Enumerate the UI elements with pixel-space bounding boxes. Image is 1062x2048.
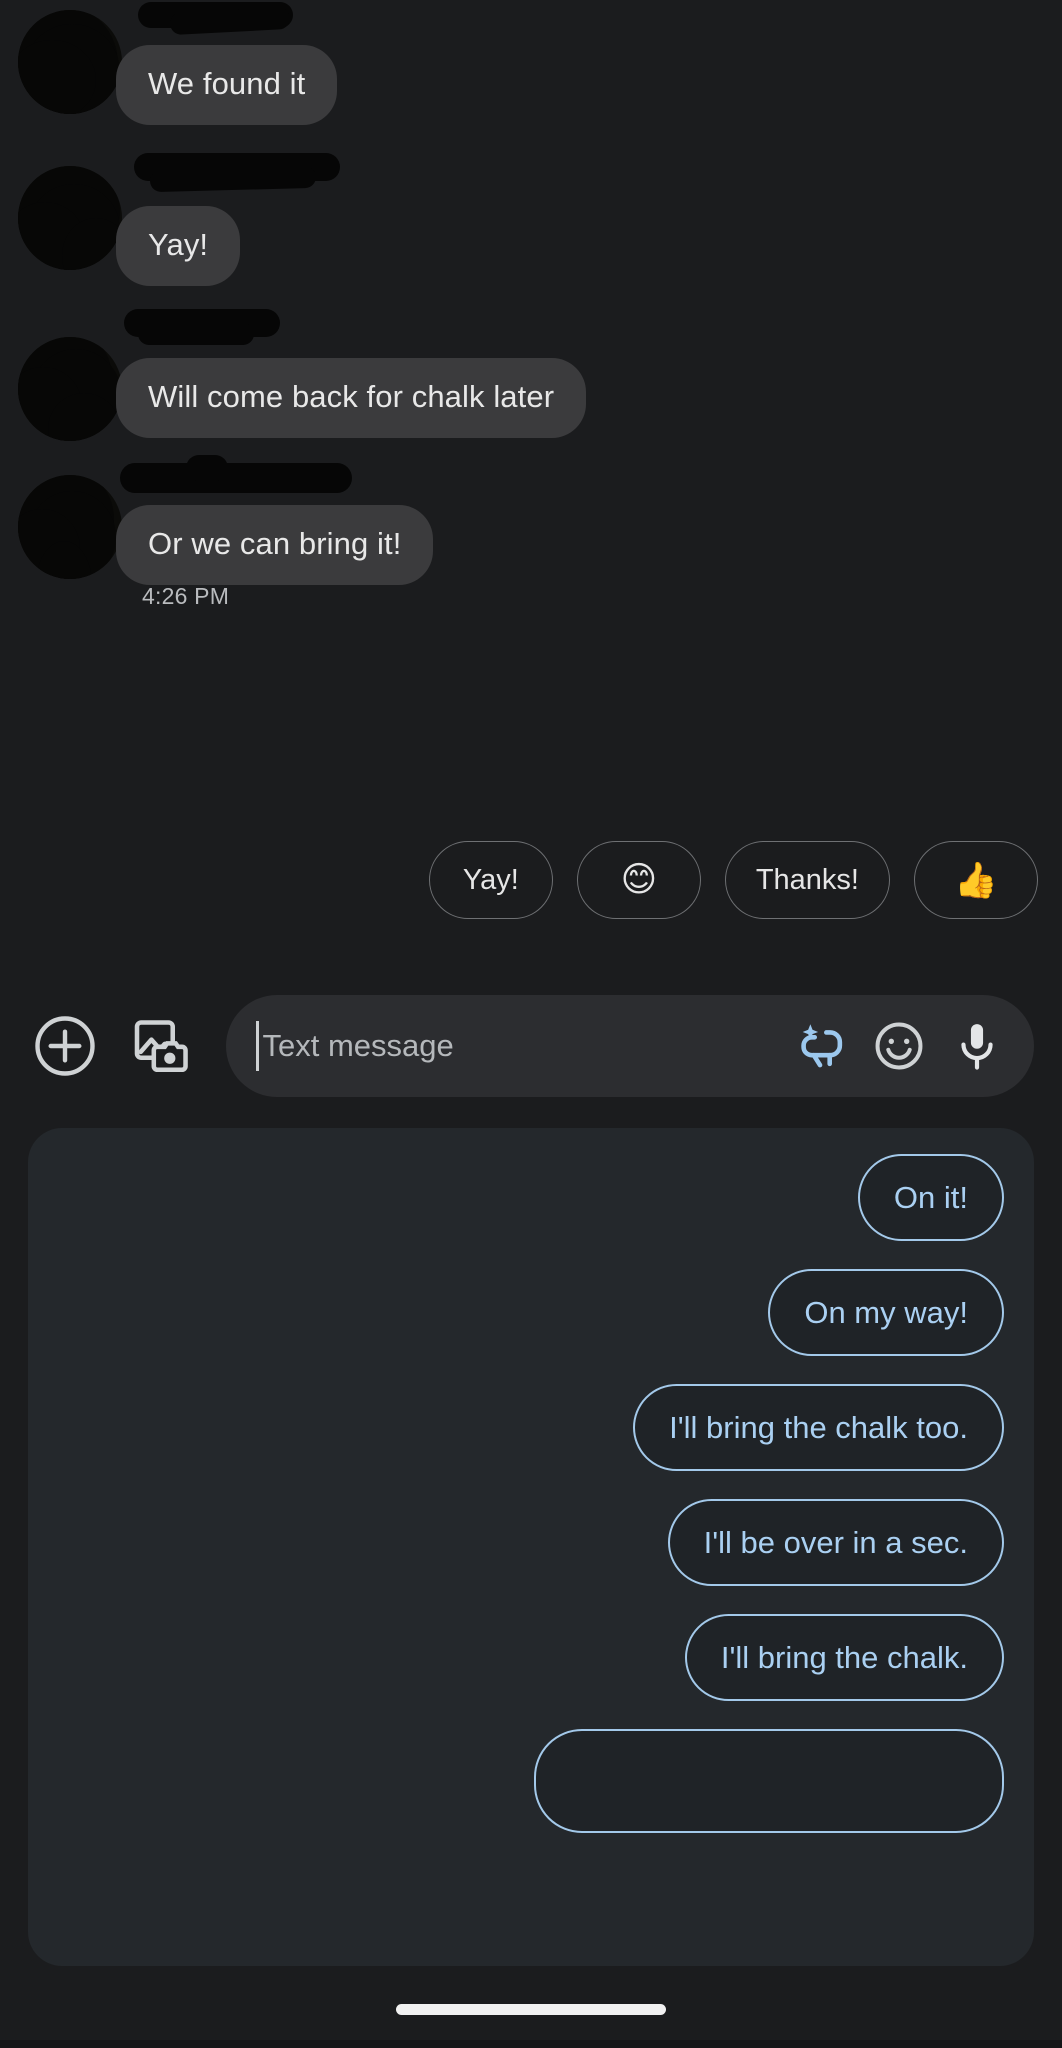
message-bubble[interactable]: Will come back for chalk later [116,358,587,438]
microphone-icon[interactable] [946,1015,1008,1077]
conversation-thread[interactable]: We found it Yay! Will come back for chal… [0,0,1062,790]
text-cursor [256,1021,259,1071]
messages-app-screen: We found it Yay! Will come back for chal… [0,0,1062,2048]
quick-reply-chip-thumbs-up[interactable]: 👍 [914,841,1038,919]
message-bubble[interactable]: Or we can bring it! [116,505,434,585]
avatar[interactable] [18,10,122,114]
gallery-camera-icon[interactable] [124,1009,198,1083]
sender-name-redaction [120,463,352,493]
quick-reply-chip-thanks[interactable]: Thanks! [724,841,890,919]
compose-placeholder: Text message [262,1028,454,1063]
magic-smart-reply-icon[interactable] [790,1015,852,1077]
avatar[interactable] [18,166,122,270]
sender-name-redaction [138,323,254,345]
suggestion-chip[interactable]: On my way! [768,1269,1004,1356]
quick-reply-chip-smile[interactable]: 😊 [576,841,701,919]
suggestion-chip[interactable]: I'll bring the chalk. [684,1614,1004,1701]
message-bubble[interactable]: Yay! [116,206,241,286]
plus-circle-icon[interactable] [28,1009,102,1083]
suggestion-chip-partial[interactable] [534,1729,1004,1833]
smart-reply-suggestion-panel[interactable]: On it! On my way! I'll bring the chalk t… [28,1128,1034,1966]
suggestion-chip[interactable]: I'll bring the chalk too. [633,1384,1004,1471]
screen-bottom-edge [0,2040,1062,2048]
system-navigation-bar [0,1966,1062,2048]
text-message-input[interactable]: Text message [226,995,1034,1097]
suggestion-chip[interactable]: On it! [857,1154,1004,1241]
message-timestamp: 4:26 PM [142,583,230,609]
sender-name-redaction [149,165,317,193]
avatar[interactable] [18,475,122,579]
quick-reply-bar: Yay! 😊 Thanks! 👍 [0,828,1062,932]
message-bubble[interactable]: We found it [116,45,338,125]
emoji-face-icon[interactable] [868,1015,930,1077]
home-indicator[interactable] [396,2004,666,2015]
sender-name-redaction [186,455,228,481]
quick-reply-chip-yay[interactable]: Yay! [428,841,553,919]
avatar[interactable] [18,337,122,441]
compose-bar: Text message [0,982,1062,1110]
suggestion-chip[interactable]: I'll be over in a sec. [667,1499,1004,1586]
